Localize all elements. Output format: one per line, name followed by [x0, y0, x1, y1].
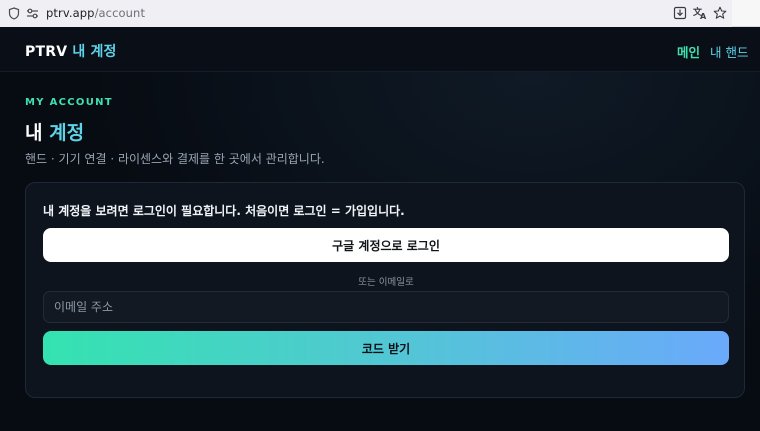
- login-required-message: 내 계정을 보려면 로그인이 필요합니다. 처음이면 로그인 = 가입입니다.: [43, 204, 405, 218]
- bookmark-star-icon[interactable]: [712, 5, 728, 21]
- site-header: PTRV 내 계정 메인 내 핸드: [0, 27, 760, 72]
- browser-toolbar: ptrv.app/account 文A: [0, 0, 760, 27]
- main-content: MY ACCOUNT 내 계정 핸드 · 기기 연결 · 라이센스와 결제를 한…: [0, 72, 760, 431]
- page-title: 내 계정: [25, 118, 84, 145]
- brand-section: 내 계정: [72, 44, 117, 60]
- url-text[interactable]: ptrv.app/account: [46, 6, 145, 20]
- download-icon[interactable]: [672, 5, 688, 21]
- url-host: ptrv.app: [46, 6, 95, 20]
- page-title-part2: 계정: [49, 122, 85, 144]
- translate-icon[interactable]: 文A: [692, 5, 708, 21]
- or-email-divider: 또는 이메일로: [358, 277, 414, 288]
- get-code-button[interactable]: 코드 받기: [43, 331, 729, 365]
- address-bar[interactable]: ptrv.app/account 文A: [0, 0, 732, 27]
- permissions-icon[interactable]: [24, 5, 40, 21]
- eyebrow-label: MY ACCOUNT: [25, 97, 113, 108]
- login-card: 내 계정을 보려면 로그인이 필요합니다. 처음이면 로그인 = 가입입니다. …: [25, 182, 745, 398]
- page-title-part1: 내: [25, 122, 43, 144]
- brand-logo[interactable]: PTRV 내 계정: [25, 41, 117, 61]
- page-subtitle: 핸드 · 기기 연결 · 라이센스와 결제를 한 곳에서 관리합니다.: [25, 152, 325, 166]
- google-login-button[interactable]: 구글 계정으로 로그인: [43, 228, 729, 262]
- nav-link-my-hands[interactable]: 내 핸드: [710, 42, 748, 61]
- shield-icon[interactable]: [6, 5, 22, 21]
- svg-text:A: A: [700, 12, 707, 20]
- email-input[interactable]: [43, 291, 729, 323]
- brand-name: PTRV: [25, 44, 68, 60]
- nav-link-main[interactable]: 메인: [677, 42, 700, 61]
- url-path: /account: [94, 6, 146, 20]
